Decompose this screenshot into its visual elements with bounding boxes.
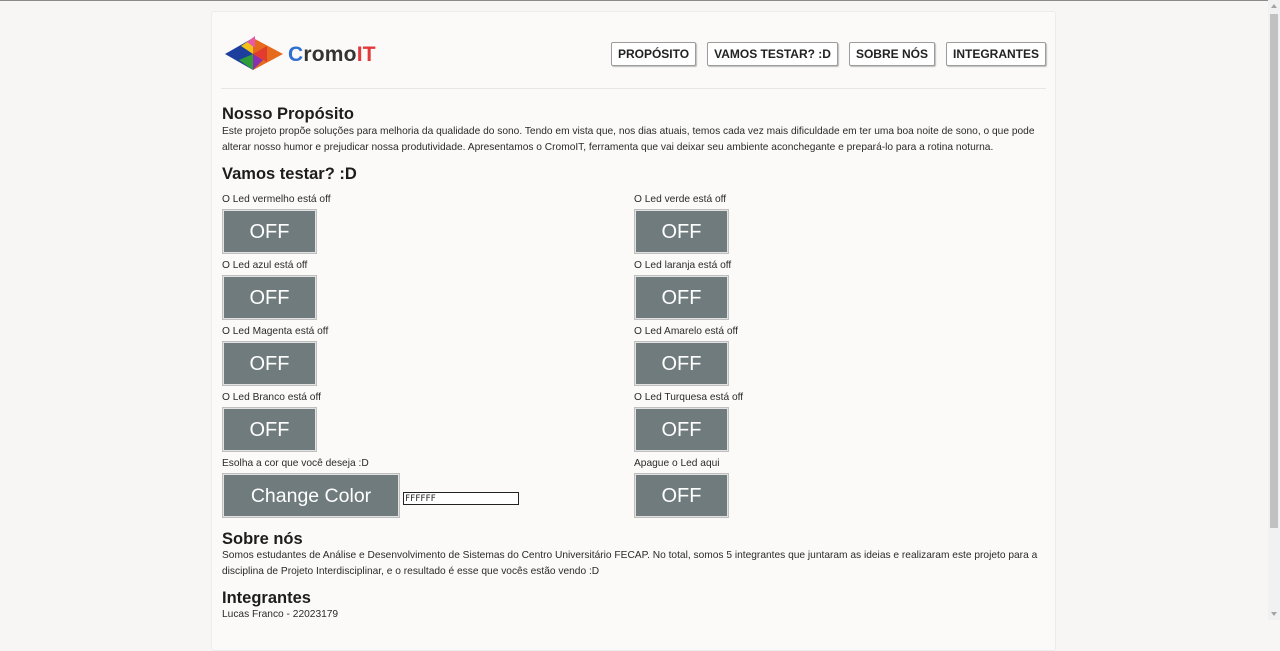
- led-vermelho-label: O Led vermelho está off: [222, 194, 331, 205]
- change-color-button[interactable]: Change Color: [222, 473, 400, 518]
- header: CromoIT PROPÓSITO VAMOS TESTAR? :D SOBRE…: [221, 31, 1046, 89]
- led-turquesa: O Led Turquesa está off OFF: [634, 392, 743, 452]
- led-vermelho-button[interactable]: OFF: [222, 209, 317, 254]
- color-hex-input[interactable]: [403, 492, 519, 505]
- led-branco-button[interactable]: OFF: [222, 407, 317, 452]
- led-magenta-button[interactable]: OFF: [222, 341, 317, 386]
- proposito-text-line1: Este projeto propõe soluções para melhor…: [222, 126, 1035, 137]
- proposito-text-line2: alterar nosso humor e prejudicar nossa p…: [222, 142, 994, 153]
- led-turquesa-label: O Led Turquesa está off: [634, 392, 744, 403]
- main-nav: PROPÓSITO VAMOS TESTAR? :D SOBRE NÓS INT…: [610, 42, 1046, 66]
- led-vermelho: O Led vermelho está off OFF: [222, 194, 331, 254]
- nav-sobre-nos-button[interactable]: SOBRE NÓS: [848, 42, 935, 66]
- sobre-title: Sobre nós: [222, 530, 303, 548]
- led-laranja-button[interactable]: OFF: [634, 275, 729, 320]
- scroll-down-arrow-icon[interactable]: [1271, 612, 1277, 616]
- led-laranja: O Led laranja está off OFF: [634, 260, 731, 320]
- integrante-item: Lucas Franco - 22023179: [222, 609, 339, 620]
- sobre-text-line2: disciplina de Projeto Interdisciplinar, …: [222, 566, 600, 577]
- testar-title: Vamos testar? :D: [222, 165, 357, 183]
- led-amarelo-label: O Led Amarelo está off: [634, 326, 739, 337]
- nav-proposito-button[interactable]: PROPÓSITO: [610, 42, 697, 66]
- led-branco: O Led Branco está off OFF: [222, 392, 321, 452]
- color-picker-label: Esolha a cor que você deseja :D: [222, 458, 369, 469]
- led-laranja-label: O Led laranja está off: [634, 260, 732, 271]
- apague-label: Apague o Led aqui: [634, 458, 720, 469]
- nav-vamos-testar-button[interactable]: VAMOS TESTAR? :D: [707, 42, 838, 66]
- brand-name: CromoIT: [288, 43, 376, 66]
- nav-integrantes-button[interactable]: INTEGRANTES: [945, 42, 1046, 66]
- color-picker-block: Esolha a cor que você deseja :D Change C…: [222, 458, 400, 518]
- led-magenta: O Led Magenta está off OFF: [222, 326, 328, 386]
- led-azul: O Led azul está off OFF: [222, 260, 317, 320]
- window-top-border: [0, 0, 1280, 1]
- cromoit-logo-icon: [225, 36, 283, 70]
- apague-block: Apague o Led aqui OFF: [634, 458, 729, 518]
- apague-led-button[interactable]: OFF: [634, 473, 729, 518]
- led-verde-label: O Led verde está off: [634, 194, 727, 205]
- led-verde: O Led verde está off OFF: [634, 194, 729, 254]
- led-turquesa-button[interactable]: OFF: [634, 407, 729, 452]
- page-scrollbar[interactable]: [1268, 0, 1280, 620]
- led-azul-button[interactable]: OFF: [222, 275, 317, 320]
- sobre-text-line1: Somos estudantes de Análise e Desenvolvi…: [222, 550, 1038, 561]
- led-amarelo: O Led Amarelo está off OFF: [634, 326, 738, 386]
- led-verde-button[interactable]: OFF: [634, 209, 729, 254]
- led-azul-label: O Led azul está off: [222, 260, 308, 271]
- scroll-up-arrow-icon[interactable]: [1271, 4, 1277, 8]
- led-amarelo-button[interactable]: OFF: [634, 341, 729, 386]
- led-magenta-label: O Led Magenta está off: [222, 326, 329, 337]
- scroll-thumb[interactable]: [1270, 14, 1278, 528]
- integrantes-title: Integrantes: [222, 589, 311, 607]
- led-branco-label: O Led Branco está off: [222, 392, 321, 403]
- proposito-title: Nosso Propósito: [222, 105, 355, 123]
